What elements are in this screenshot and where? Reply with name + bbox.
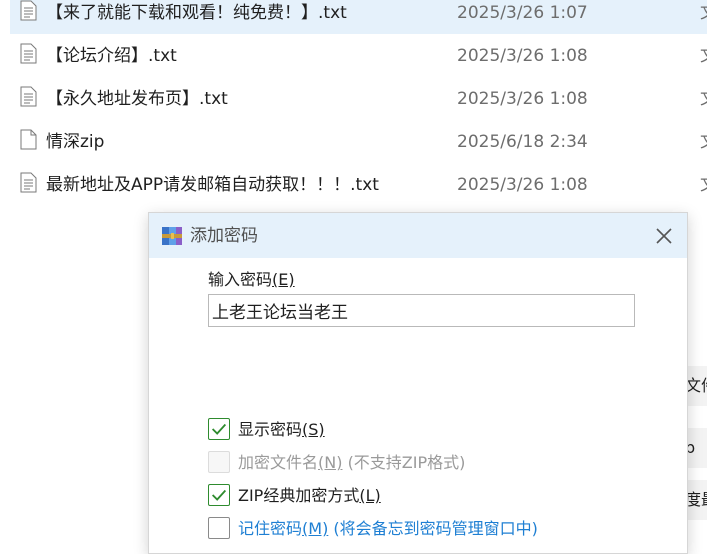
remember-password-key: (M) xyxy=(302,519,329,538)
file-type: 文 xyxy=(700,173,707,197)
file-date: 2025/3/26 1:08 xyxy=(457,175,588,195)
file-name: 【来了就能下载和观看！纯免费！】.txt xyxy=(46,3,347,23)
password-label-text: 输入密码 xyxy=(208,270,273,289)
show-password-label: 显示密码 xyxy=(238,420,303,439)
remember-password-note: (将会备忘到密码管理窗口中) xyxy=(333,519,538,538)
password-input[interactable] xyxy=(208,294,635,327)
dialog-titlebar[interactable]: 添加密码 xyxy=(149,213,687,258)
file-name: 情深zip xyxy=(46,132,105,152)
file-row[interactable]: 【论坛介绍】.txt 2025/3/26 1:08 文 xyxy=(10,34,707,77)
remember-password-checkbox[interactable] xyxy=(208,517,230,539)
text-file-icon xyxy=(20,172,37,193)
side-fragment-text: 文件 xyxy=(685,376,707,395)
file-row[interactable]: 【永久地址发布页】.txt 2025/3/26 1:08 文 xyxy=(10,77,707,120)
zip-legacy-key: (L) xyxy=(359,486,381,505)
file-date: 2025/3/26 1:08 xyxy=(457,46,588,66)
text-file-icon xyxy=(20,43,37,64)
file-row[interactable]: 【来了就能下载和观看！纯免费！】.txt 2025/3/26 1:07 文 xyxy=(10,0,707,34)
close-icon[interactable] xyxy=(653,225,675,247)
file-name: 【永久地址发布页】.txt xyxy=(46,89,228,109)
file-type: 文 xyxy=(700,87,707,111)
encrypt-filenames-note: (不支持ZIP格式) xyxy=(347,453,466,472)
blank-file-icon xyxy=(20,129,37,150)
file-type: 文 xyxy=(700,44,707,68)
file-row[interactable]: 情深zip 2025/6/18 2:34 文 xyxy=(10,120,707,163)
encrypt-filenames-key: (N) xyxy=(318,453,343,472)
dialog-title: 添加密码 xyxy=(190,226,258,246)
zip-legacy-checkbox[interactable] xyxy=(208,484,230,506)
file-type: 文 xyxy=(700,130,707,154)
file-date: 2025/3/26 1:07 xyxy=(457,3,588,23)
password-label-key: (E) xyxy=(272,270,295,289)
show-password-checkbox[interactable] xyxy=(208,418,230,440)
encrypt-filenames-label: 加密文件名 xyxy=(238,453,319,472)
password-label: 输入密码(E) xyxy=(208,269,295,291)
zip-legacy-label: ZIP经典加密方式 xyxy=(238,486,360,505)
side-panel-fragment: 度最 xyxy=(685,480,707,520)
encrypt-filenames-checkbox xyxy=(208,451,230,473)
file-row[interactable]: 最新地址及APP请发邮箱自动获取！！！.txt 2025/3/26 1:08 文 xyxy=(10,163,707,206)
file-name: 最新地址及APP请发邮箱自动获取！！！.txt xyxy=(46,175,379,195)
text-file-icon xyxy=(20,0,37,21)
remember-password-label: 记住密码 xyxy=(238,519,303,538)
winrar-archive-icon xyxy=(162,227,182,245)
text-file-icon xyxy=(20,86,37,107)
file-type: 文 xyxy=(700,1,707,25)
side-panel-fragment: p xyxy=(685,428,707,468)
file-date: 2025/3/26 1:08 xyxy=(457,89,588,109)
file-date: 2025/6/18 2:34 xyxy=(457,132,588,152)
side-panel-fragment: 文件 xyxy=(685,366,707,406)
show-password-key: (S) xyxy=(302,420,325,439)
file-name: 【论坛介绍】.txt xyxy=(46,46,177,66)
side-fragment-text: 度最 xyxy=(685,490,707,509)
add-password-dialog: 添加密码 输入密码(E) 显示密码(S) 加密文件名(N) (不支持ZIP格式)… xyxy=(148,212,688,554)
